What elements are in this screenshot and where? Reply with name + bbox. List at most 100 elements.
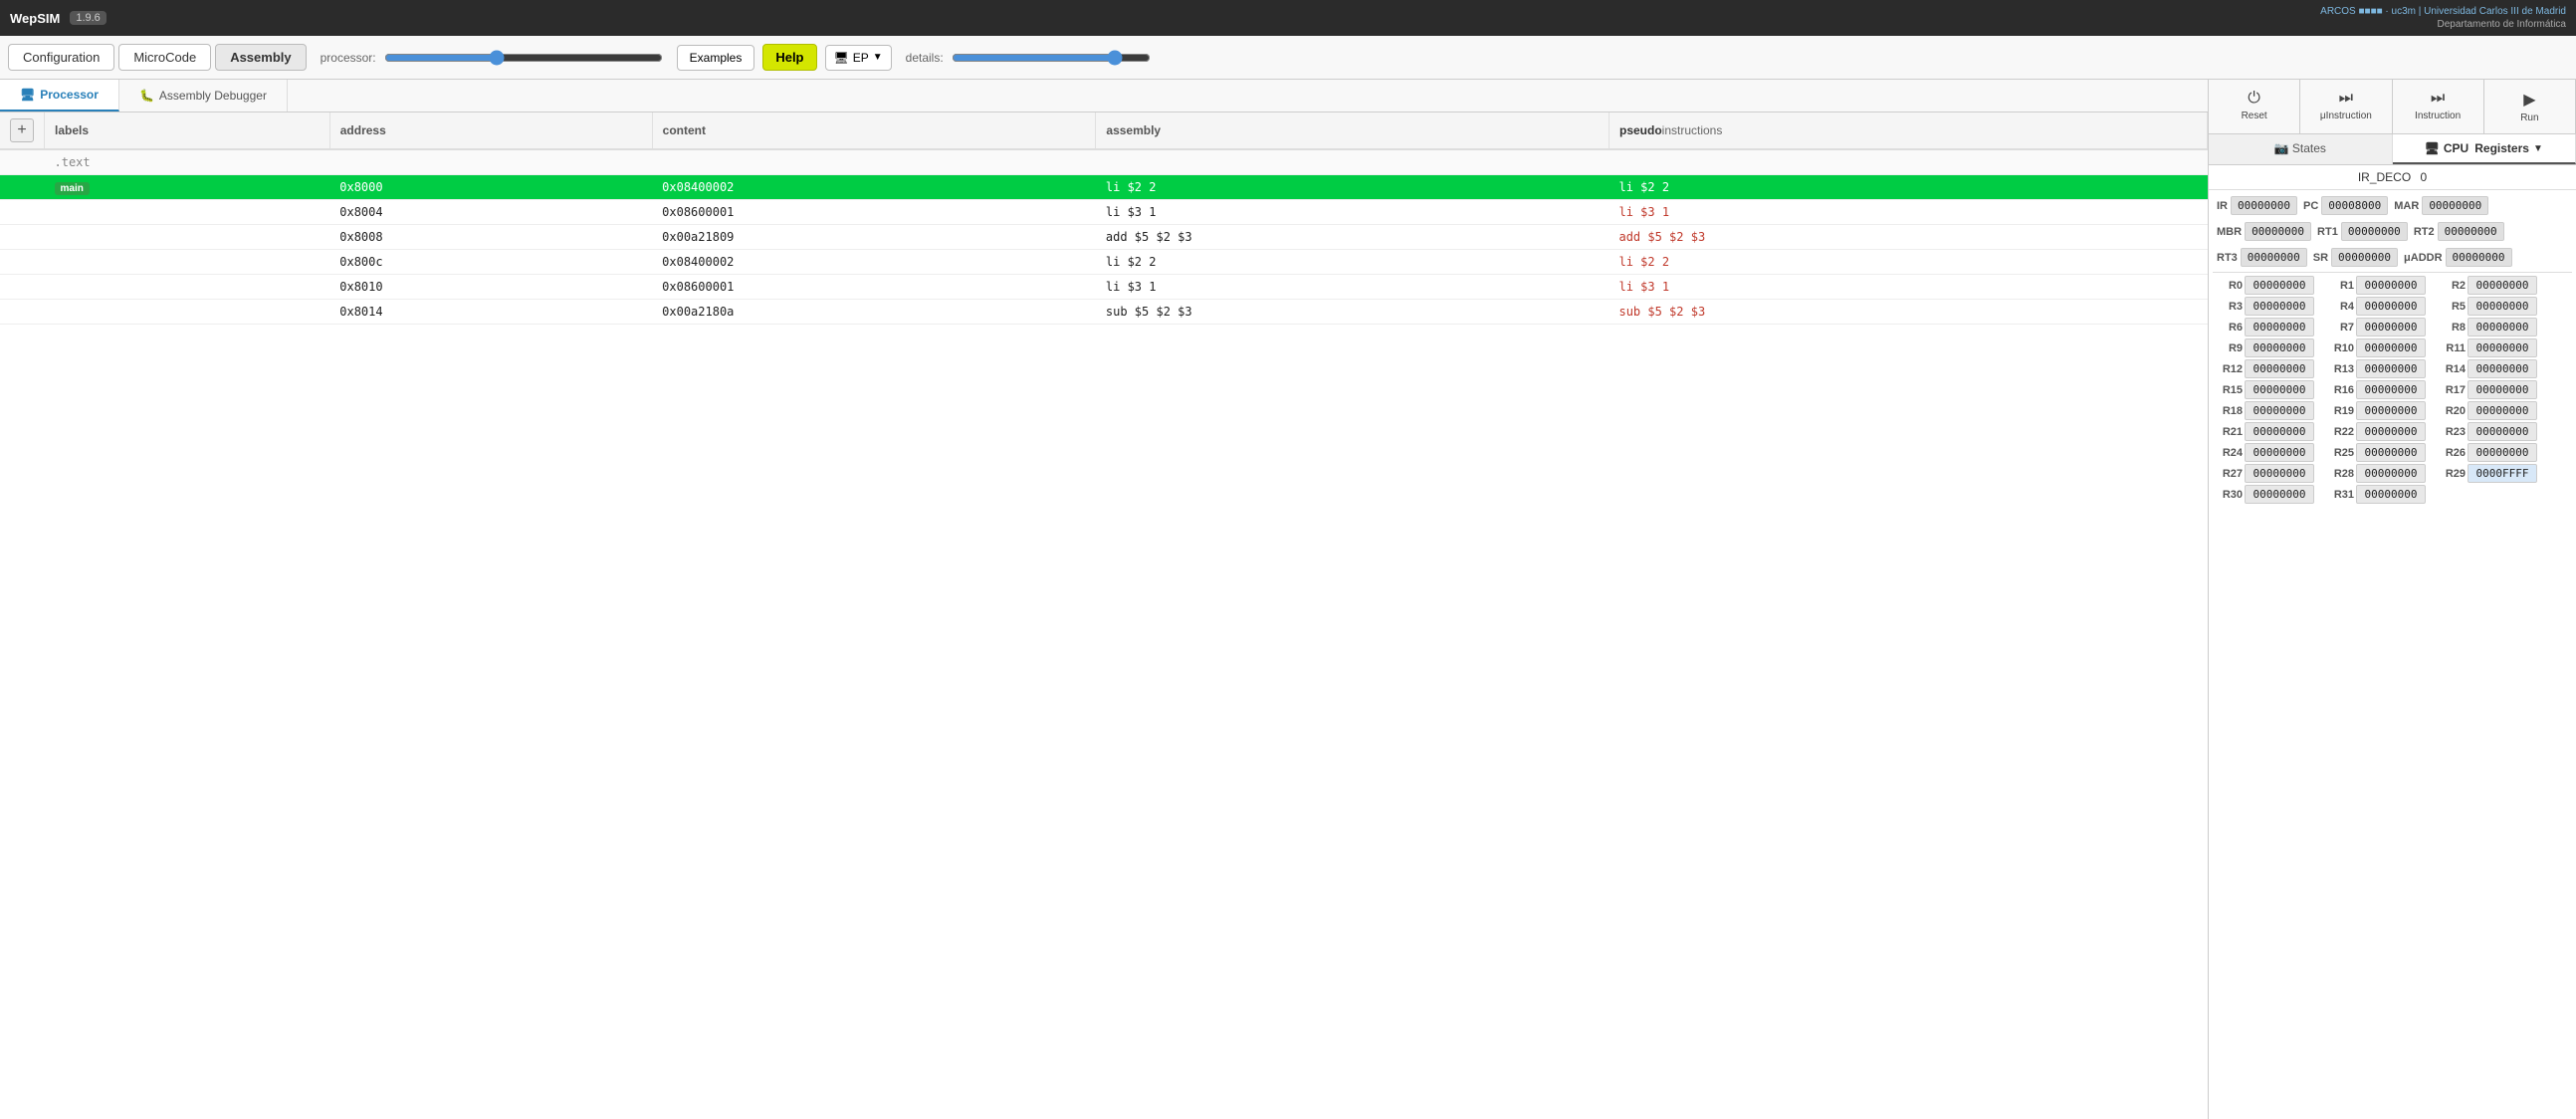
examples-button[interactable]: Examples [677, 45, 755, 71]
register-item: R3000000000 [2213, 485, 2322, 504]
register-row: R2100000000R2200000000R2300000000 [2213, 422, 2572, 441]
register-item: R900000000 [2213, 338, 2322, 357]
register-row: R600000000R700000000R800000000 [2213, 318, 2572, 336]
assembly-table: + labels address content assembly pseudo… [0, 112, 2208, 325]
section-row: .text [0, 149, 2208, 175]
ctrl-buttons: ⏻ Reset ⏭ μInstruction ⏭ Instruction ▶ R… [2209, 80, 2576, 134]
processor-tab[interactable]: 🖥 Processor [0, 80, 119, 112]
topbar: WepSIM 1.9.6 ARCOS ■■■■ · uc3m | Univers… [0, 0, 2576, 36]
ep-button[interactable]: 🖥 EP ▼ [825, 45, 892, 71]
special-reg-item: RT100000000 [2317, 222, 2408, 241]
table-row[interactable]: 0x8004 0x08600001 li $3 1 li $3 1 [0, 200, 2208, 225]
registers-dropdown-icon[interactable]: ▼ [2533, 143, 2543, 154]
register-item: R1500000000 [2213, 380, 2322, 399]
row-label [45, 275, 330, 300]
row-label: main [45, 175, 330, 200]
details-slider-wrap [952, 50, 1151, 66]
processor-slider[interactable] [384, 50, 663, 66]
register-item: R300000000 [2213, 297, 2322, 316]
row-address: 0x800c [329, 250, 652, 275]
tab-microcode[interactable]: MicroCode [118, 44, 211, 71]
special-reg-item: RT200000000 [2414, 222, 2504, 241]
register-item: R2300000000 [2436, 422, 2545, 441]
registers-tab-label: CPU [2444, 141, 2469, 155]
register-item: R2200000000 [2324, 422, 2434, 441]
register-row: R000000000R100000000R200000000 [2213, 276, 2572, 295]
row-label [45, 225, 330, 250]
assembly-header: assembly [1096, 112, 1610, 149]
section-label: .text [45, 149, 2208, 175]
register-item: R200000000 [2436, 276, 2545, 295]
uinstruction-label: μInstruction [2320, 111, 2372, 121]
register-item: R1200000000 [2213, 359, 2322, 378]
instruction-icon: ⏭ [2431, 90, 2445, 108]
reset-button[interactable]: ⏻ Reset [2209, 80, 2300, 133]
help-button[interactable]: Help [762, 44, 816, 71]
register-item: R500000000 [2436, 297, 2545, 316]
details-slider[interactable] [952, 50, 1151, 66]
ir-deco-value: 0 [2421, 170, 2428, 184]
special-reg-item: PC00008000 [2303, 196, 2388, 215]
register-item: R2100000000 [2213, 422, 2322, 441]
table-row[interactable]: 0x800c 0x08400002 li $2 2 li $2 2 [0, 250, 2208, 275]
register-item: R290000FFFF [2436, 464, 2545, 483]
reset-icon: ⏻ [2248, 90, 2260, 108]
register-item: R100000000 [2324, 276, 2434, 295]
debugger-tab-icon: 🐛 [139, 89, 154, 103]
register-item: R2800000000 [2324, 464, 2434, 483]
row-content: 0x08400002 [652, 175, 1096, 200]
special-regs-row-3: RT300000000SR00000000μADDR00000000 [2213, 246, 2572, 269]
row-content: 0x00a21809 [652, 225, 1096, 250]
special-regs-row-1: IR00000000PC00008000MAR00000000 [2213, 194, 2572, 217]
register-item: R700000000 [2324, 318, 2434, 336]
add-row-button[interactable]: + [10, 118, 34, 142]
register-item: R1600000000 [2324, 380, 2434, 399]
register-item: R1800000000 [2213, 401, 2322, 420]
registers-tab[interactable]: 🖥 CPU Registers ▼ [2393, 134, 2576, 164]
uinstruction-icon: ⏭ [2339, 90, 2353, 108]
tab-assembly[interactable]: Assembly [215, 44, 306, 71]
table-row[interactable]: 0x8010 0x08600001 li $3 1 li $3 1 [0, 275, 2208, 300]
ir-deco-label: IR_DECO [2358, 170, 2411, 184]
cpu-icon: 🖥 [834, 51, 849, 65]
states-tab[interactable]: 📷 States [2209, 134, 2393, 164]
row-label [45, 200, 330, 225]
table-row[interactable]: 0x8014 0x00a2180a sub $5 $2 $3 sub $5 $2… [0, 300, 2208, 325]
row-pseudo: add $5 $2 $3 [1609, 225, 2207, 250]
table-row[interactable]: main 0x8000 0x08400002 li $2 2 li $2 2 [0, 175, 2208, 200]
asm-tbody: .text main 0x8000 0x08400002 li $2 2 li … [0, 149, 2208, 325]
row-pseudo: li $3 1 [1609, 275, 2207, 300]
register-item: R1400000000 [2436, 359, 2545, 378]
view-tabs: 🖥 Processor 🐛 Assembly Debugger [0, 80, 2208, 112]
register-item: R2000000000 [2436, 401, 2545, 420]
register-item: R000000000 [2213, 276, 2322, 295]
row-content: 0x08600001 [652, 200, 1096, 225]
instruction-label: Instruction [2415, 111, 2461, 121]
camera-icon: 📷 [2274, 141, 2289, 155]
reset-label: Reset [2242, 111, 2267, 121]
row-assembly: li $3 1 [1096, 275, 1610, 300]
debugger-tab[interactable]: 🐛 Assembly Debugger [119, 80, 288, 112]
register-row: R2700000000R2800000000R290000FFFF [2213, 464, 2572, 483]
table-row[interactable]: 0x8008 0x00a21809 add $5 $2 $3 add $5 $2… [0, 225, 2208, 250]
row-content: 0x00a2180a [652, 300, 1096, 325]
row-assembly: li $2 2 [1096, 250, 1610, 275]
cpu-registers-icon: 🖥 [2425, 141, 2440, 155]
instruction-button[interactable]: ⏭ Instruction [2393, 80, 2484, 133]
row-address: 0x8010 [329, 275, 652, 300]
special-reg-item: μADDR00000000 [2404, 248, 2512, 267]
uinstruction-button[interactable]: ⏭ μInstruction [2300, 80, 2392, 133]
tab-configuration[interactable]: Configuration [8, 44, 114, 71]
register-row: R300000000R400000000R500000000 [2213, 297, 2572, 316]
row-address: 0x8000 [329, 175, 652, 200]
special-reg-item: SR00000000 [2313, 248, 2398, 267]
run-icon: ▶ [2523, 90, 2535, 110]
register-item: R1700000000 [2436, 380, 2545, 399]
content: 🖥 Processor 🐛 Assembly Debugger + labels… [0, 80, 2576, 1119]
run-label: Run [2520, 112, 2538, 123]
registers-area: IR00000000PC00008000MAR00000000 MBR00000… [2209, 190, 2576, 1119]
run-button[interactable]: ▶ Run [2484, 80, 2576, 133]
ir-deco-row: IR_DECO 0 [2209, 165, 2576, 190]
register-item: R2600000000 [2436, 443, 2545, 462]
register-row: R1500000000R1600000000R1700000000 [2213, 380, 2572, 399]
